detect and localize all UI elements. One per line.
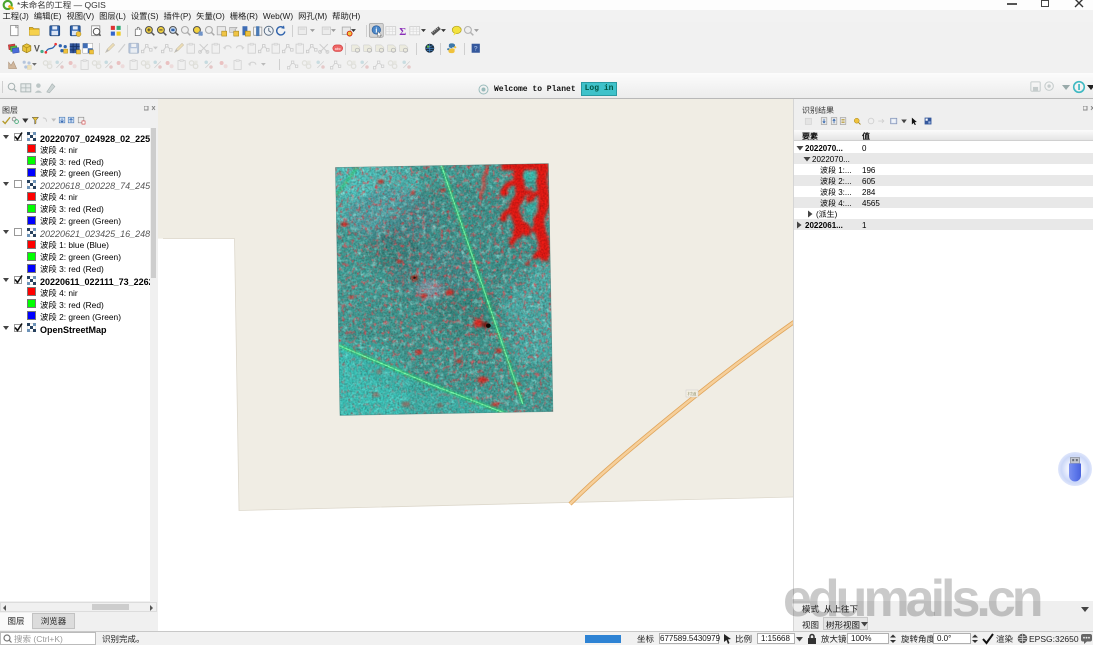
svg-text:abc: abc [335, 47, 341, 51]
svg-text:村道: 村道 [688, 392, 697, 398]
svg-text:i: i [375, 26, 377, 34]
svg-text:Σ: Σ [399, 27, 406, 38]
svg-text:?: ? [474, 46, 478, 53]
svg-text:V: V [34, 44, 40, 54]
